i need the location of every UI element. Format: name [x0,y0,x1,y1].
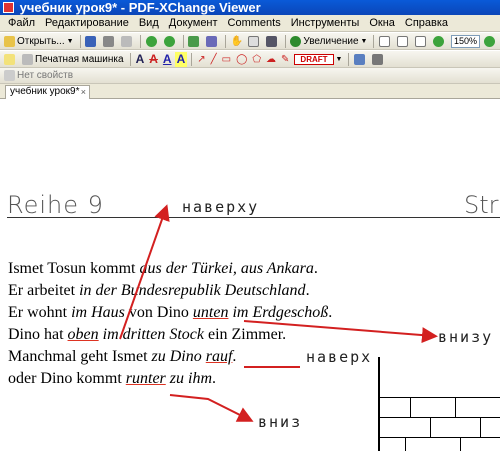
main-toolbar: Открыть... ▼ ✋ Увеличение ▼ 150% [0,33,500,50]
menu-file[interactable]: Файл [3,17,40,29]
fit-page-icon [396,35,408,47]
text-select-icon [247,35,259,47]
hand-tool-button[interactable]: ✋ [228,34,244,49]
menu-view[interactable]: Вид [134,17,164,29]
zoom-in-icon [484,35,496,47]
polygon-icon: ⬠ [252,53,262,65]
print-icon [103,35,115,47]
save-icon [85,35,97,47]
menu-comments[interactable]: Comments [223,17,286,29]
pencil-icon: ✎ [281,53,290,65]
underline-button[interactable]: A [161,52,174,67]
back-arrow-icon [145,35,157,47]
close-icon[interactable]: × [81,86,86,98]
open-button[interactable]: Открыть... ▼ [2,34,76,49]
zoom-out-icon [432,35,444,47]
mail-icon [121,35,133,47]
forward-button[interactable] [162,34,179,49]
rectangle-tool-button[interactable]: ▭ [220,52,233,67]
menu-edit[interactable]: Редактирование [40,17,134,29]
pages-button[interactable] [186,34,203,49]
zoom-dropdown[interactable]: Увеличение ▼ [288,34,369,49]
draft-stamp: DRAFT [294,53,334,65]
separator [191,52,193,66]
ellipse-icon: ◯ [236,53,248,65]
pages-icon [188,35,199,47]
rotate-button[interactable] [204,34,221,49]
rotate-icon [206,35,217,47]
camera-icon [265,35,277,47]
chevron-down-icon: ▼ [335,55,343,63]
app-icon [3,2,14,13]
stamp-tool-button[interactable]: DRAFT ▼ [292,52,344,67]
title-bar: учебник урок9* - PDF-XChange Viewer [0,0,500,15]
arrow-oben-to-up[interactable] [119,204,170,340]
cloud-tool-button[interactable]: ☁ [264,52,278,67]
print-button[interactable] [101,34,118,49]
arrow-runter-to-down[interactable] [169,394,254,422]
note-button[interactable] [2,52,19,67]
save-button[interactable] [83,34,100,49]
zoom-in-button[interactable] [482,34,499,49]
email-button[interactable] [119,34,136,49]
arrow-unten-to-down[interactable] [243,320,438,344]
menu-document[interactable]: Документ [164,17,223,29]
document-tab-bar: учебник урок9* × [0,84,500,99]
highlight-button[interactable]: A [174,51,188,67]
zoom-label: Увеличение [303,35,359,47]
zoom-input[interactable]: 150% [450,34,481,48]
typewriter-button[interactable]: Печатная машинка [20,52,126,67]
comment-toolbar: Печатная машинка A A A A ↗ ╱ ▭ ◯ ⬠ ☁ ✎ D… [0,51,500,68]
properties-toolbar: Нет свойств [0,68,500,84]
strikeout-button[interactable]: A [147,52,160,67]
cloud-icon: ☁ [266,53,277,65]
hand-icon: ✋ [230,35,243,47]
sound-icon [372,53,384,65]
zoom-out-button[interactable] [431,34,448,49]
actual-size-button[interactable] [377,34,394,49]
pencil-tool-button[interactable]: ✎ [279,52,291,67]
menu-window[interactable]: Окна [364,17,400,29]
ellipse-tool-button[interactable]: ◯ [234,52,249,67]
tab-document[interactable]: учебник урок9* × [5,85,90,99]
arrow-tool-button[interactable]: ↗ [195,52,207,67]
rectangle-icon: ▭ [221,53,232,65]
fit-width-button[interactable] [413,34,430,49]
attach-button[interactable] [352,52,369,67]
tab-label: учебник урок9* [10,86,80,97]
arrow-icon: ↗ [197,53,206,65]
sound-button[interactable] [370,52,387,67]
typewriter-label: Печатная машинка [35,53,124,65]
open-label: Открыть... [17,35,65,47]
separator [348,52,350,66]
chevron-down-icon: ▼ [66,37,74,45]
chevron-down-icon: ▼ [360,37,368,45]
properties-label: Нет свойств [17,70,74,81]
properties-item: Нет свойств [2,68,75,83]
annotation-layer [119,204,438,422]
document-view[interactable]: Reihe 9 Str наверху Ismet Tosun kommt au… [0,99,500,451]
text-box-button[interactable]: A [134,52,147,67]
window-title: учебник урок9* - PDF-XChange Viewer [19,0,261,15]
folder-icon [4,35,15,47]
fit-page-button[interactable] [395,34,412,49]
attach-icon [354,53,366,65]
separator [129,52,131,66]
back-button[interactable] [144,34,161,49]
snapshot-button[interactable] [264,34,281,49]
zoom-icon [290,35,302,47]
typewriter-icon [22,53,33,65]
menu-tools[interactable]: Инструменты [286,17,365,29]
line-tool-button[interactable]: ╱ [209,52,219,67]
menu-help[interactable]: Справка [400,17,453,29]
note-icon [4,53,15,65]
polygon-tool-button[interactable]: ⬠ [250,52,263,67]
properties-icon [4,70,15,81]
line-icon: ╱ [210,53,217,65]
forward-arrow-icon [163,35,175,47]
select-text-button[interactable] [246,34,263,49]
actual-size-icon [378,35,390,47]
fit-width-icon [414,35,426,47]
menu-bar: Файл Редактирование Вид Документ Comment… [0,15,500,32]
